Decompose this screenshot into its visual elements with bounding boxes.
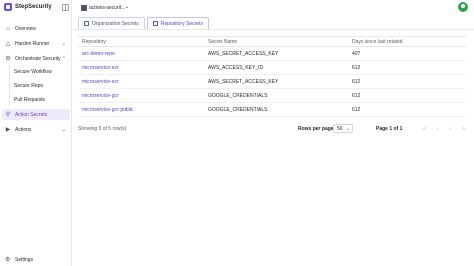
tab-label: Repository Secrets bbox=[160, 20, 203, 27]
sidebar-item-action-secrets[interactable]: ⚲ Action Secrets bbox=[2, 109, 70, 120]
secret-name: AWS_SECRET_ACCESS_KEY bbox=[208, 78, 279, 85]
previous-page-icon[interactable]: ‹ bbox=[433, 124, 442, 133]
first-page-icon[interactable]: « bbox=[420, 124, 429, 133]
stepsecurity-logo-icon bbox=[4, 3, 12, 11]
secrets-table: Repository Secret Name Days since last r… bbox=[78, 36, 466, 117]
sidebar-item-label: Harden Runner bbox=[15, 40, 50, 47]
sidebar-item-orchestrate-security[interactable]: ⚙ Orchestrate Security ⌃ bbox=[2, 53, 70, 64]
sidebar-item-secure-workflow[interactable]: Secure Workflow bbox=[14, 69, 52, 75]
sidebar-item-label: Orchestrate Security bbox=[15, 55, 61, 62]
rows-per-page-value: 50 bbox=[337, 125, 343, 132]
home-icon: ⌂ bbox=[6, 25, 10, 32]
brand-logo[interactable]: StepSecurity bbox=[4, 3, 52, 11]
page-indicator: Page 1 of 1 bbox=[376, 126, 403, 132]
chevron-down-icon: ⌄ bbox=[61, 41, 66, 47]
brand-name: StepSecurity bbox=[15, 4, 52, 10]
column-header-days[interactable]: Days since last rotated bbox=[348, 39, 466, 45]
sidebar: StepSecurity ⌂ Overview △ Harden Runner … bbox=[0, 0, 72, 266]
tab-organization-secrets[interactable]: Organization Secrets bbox=[78, 17, 145, 29]
secret-name: AWS_ACCESS_KEY_ID bbox=[208, 64, 264, 71]
sidebar-item-label: Actions bbox=[15, 126, 32, 133]
play-icon: ▶ bbox=[5, 126, 11, 133]
days-since-rotated: 407 bbox=[352, 50, 361, 57]
repository-link[interactable]: arc-demo-repo bbox=[78, 51, 204, 57]
secret-name: AWS_SECRET_ACCESS_KEY bbox=[208, 50, 279, 57]
chevron-down-icon: ⌄ bbox=[345, 126, 350, 132]
table-row: microservice-gcr GOOGLE_CREDENTIALS 612 bbox=[78, 89, 466, 103]
tab-repository-secrets[interactable]: Repository Secrets bbox=[146, 17, 209, 29]
gear-icon: ⚙ bbox=[5, 55, 11, 62]
secrets-tabs: Organization Secrets Repository Secrets bbox=[78, 17, 209, 29]
rows-per-page-label: Rows per page bbox=[298, 126, 334, 132]
rows-per-page-select[interactable]: 50 ⌄ bbox=[333, 124, 353, 133]
sidebar-item-pull-requests[interactable]: Pull Requests bbox=[14, 97, 45, 103]
days-since-rotated: 612 bbox=[352, 64, 361, 71]
chevron-down-icon[interactable]: ⌄ bbox=[125, 4, 129, 10]
repository-link[interactable]: microservice-gcr-public bbox=[78, 107, 204, 113]
last-page-icon[interactable]: » bbox=[459, 124, 468, 133]
repository-link[interactable]: microservice-gcr bbox=[78, 93, 204, 99]
sidebar-item-label: Settings bbox=[15, 257, 34, 263]
sidebar-item-label: Action Secrets bbox=[15, 111, 48, 118]
row-count-text: Showing 5 of 5 row(s) bbox=[78, 126, 127, 132]
table-row: microservice-ecr AWS_SECRET_ACCESS_KEY 6… bbox=[78, 75, 466, 89]
sidebar-item-harden-runner[interactable]: △ Harden Runner ⌄ bbox=[2, 38, 70, 49]
sidebar-item-actions[interactable]: ▶ Actions ⌄ bbox=[2, 124, 70, 135]
gear-icon: ⚙ bbox=[5, 257, 11, 263]
secret-name: GOOGLE_CREDENTIALS bbox=[208, 106, 268, 113]
sidebar-item-label: Overview bbox=[15, 25, 36, 32]
days-since-rotated: 612 bbox=[352, 92, 361, 99]
sidebar-item-secure-repo[interactable]: Secure Repo bbox=[14, 83, 43, 89]
days-since-rotated: 612 bbox=[352, 78, 361, 85]
tab-label: Organization Secrets bbox=[92, 20, 139, 27]
chevron-up-icon: ⌃ bbox=[61, 56, 66, 62]
checkbox-icon bbox=[152, 21, 158, 26]
repository-link[interactable]: microservice-ecr bbox=[78, 79, 204, 85]
column-header-secret-name[interactable]: Secret Name bbox=[204, 39, 348, 45]
user-avatar[interactable] bbox=[458, 2, 468, 12]
organization-icon bbox=[81, 5, 87, 11]
days-since-rotated: 612 bbox=[352, 106, 361, 113]
submenu-guide-line bbox=[9, 63, 10, 105]
shield-icon: △ bbox=[5, 40, 11, 47]
table-row: microservice-gcr-public GOOGLE_CREDENTIA… bbox=[78, 103, 466, 117]
secret-name: GOOGLE_CREDENTIALS bbox=[208, 92, 268, 99]
repo-selector[interactable]: actions-securit... bbox=[89, 5, 125, 11]
key-icon: ⚲ bbox=[5, 111, 11, 118]
next-page-icon[interactable]: › bbox=[446, 124, 455, 133]
table-header: Repository Secret Name Days since last r… bbox=[78, 36, 466, 47]
top-bar: actions-securit... ⌄ bbox=[72, 0, 474, 16]
chevron-down-icon: ⌄ bbox=[61, 127, 66, 133]
table-footer: Showing 5 of 5 row(s) Rows per page 50 ⌄… bbox=[78, 124, 466, 134]
folder-icon bbox=[84, 21, 89, 26]
tabs-divider bbox=[72, 29, 474, 30]
column-header-repository[interactable]: Repository bbox=[78, 39, 204, 45]
repository-link[interactable]: microservice-ecr bbox=[78, 65, 204, 71]
table-row: microservice-ecr AWS_ACCESS_KEY_ID 612 bbox=[78, 61, 466, 75]
table-row: arc-demo-repo AWS_SECRET_ACCESS_KEY 407 bbox=[78, 47, 466, 61]
sidebar-collapse-icon[interactable] bbox=[62, 4, 69, 11]
sidebar-item-overview[interactable]: ⌂ Overview bbox=[2, 23, 70, 34]
sidebar-item-settings[interactable]: ⚙ Settings bbox=[2, 255, 70, 265]
